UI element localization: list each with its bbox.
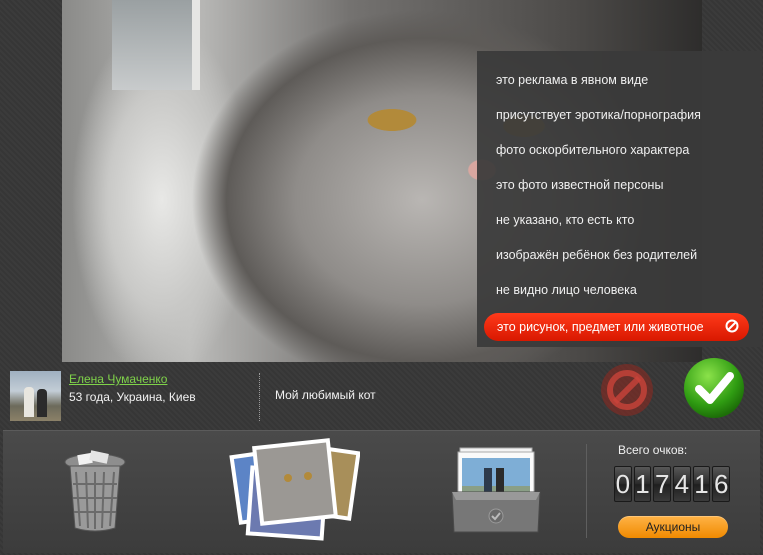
menu-item-selected-label: это рисунок, предмет или животное [497,320,704,334]
menu-item-who-is-who[interactable]: не указано, кто есть кто [496,213,634,227]
album-tray-icon[interactable] [450,446,542,534]
trash-icon[interactable] [60,450,130,532]
reason-menu: это реклама в явном виде присутствует эр… [477,51,762,347]
score-digit: 1 [633,466,652,502]
menu-item-advertising[interactable]: это реклама в явном виде [496,73,648,87]
score-digit: 6 [712,466,731,502]
window-background [112,0,200,90]
score-digit: 0 [614,466,632,502]
menu-item-erotica[interactable]: присутствует эротика/порнография [496,108,701,122]
user-info: 53 года, Украина, Киев [69,390,196,404]
menu-item-no-face[interactable]: не видно лицо человека [496,283,637,297]
score-counter: 0 1 7 4 1 6 [614,466,731,504]
score-digit: 4 [673,466,691,502]
divider [259,373,260,421]
menu-item-child-alone[interactable]: изображён ребёнок без родителей [496,248,697,262]
score-digit: 7 [653,466,672,502]
user-name-link[interactable]: Елена Чумаченко [69,372,167,386]
toolbar-divider [586,444,587,538]
menu-item-offensive[interactable]: фото оскорбительного характера [496,143,689,157]
photo-caption: Мой любимый кот [275,388,376,402]
app-frame: это реклама в явном виде присутствует эр… [0,0,763,555]
score-label: Всего очков: [618,443,688,457]
avatar[interactable] [10,371,61,421]
ban-icon [725,319,739,333]
menu-item-celebrity[interactable]: это фото известной персоны [496,178,663,192]
reject-button[interactable] [597,362,657,418]
photo-stack-icon[interactable] [228,438,360,546]
approve-button[interactable] [683,357,745,419]
auctions-button[interactable]: Аукционы [618,516,728,538]
score-digit: 1 [692,466,711,502]
menu-item-drawing-selected[interactable]: это рисунок, предмет или животное [484,313,749,341]
